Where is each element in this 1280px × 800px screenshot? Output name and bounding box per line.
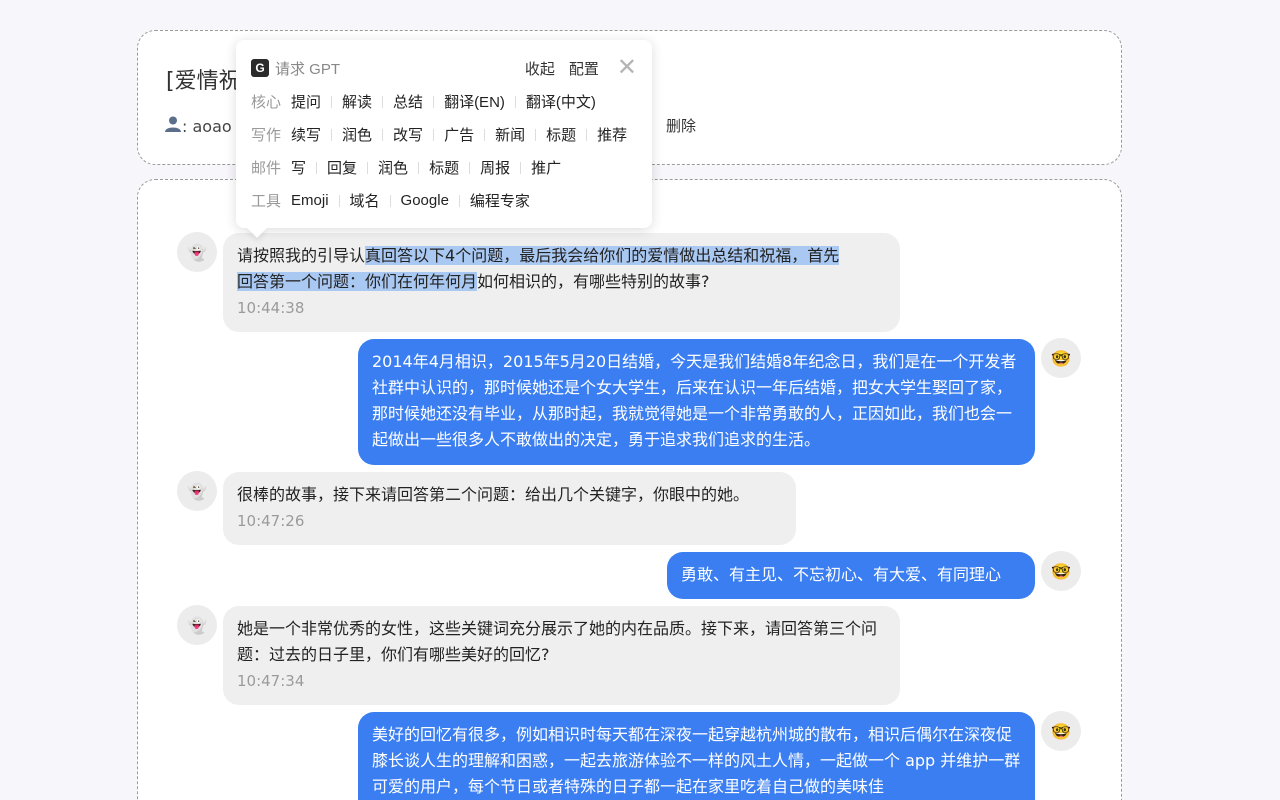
menu-item-summarize[interactable]: 总结: [393, 91, 423, 112]
message-time: 10:44:38: [237, 299, 305, 317]
menu-item-domain[interactable]: 域名: [350, 190, 380, 211]
user-avatar: 🤓: [1041, 711, 1081, 751]
menu-item-promote[interactable]: 推广: [531, 157, 561, 178]
menu-item-ad[interactable]: 广告: [444, 124, 474, 145]
menu-item-rewrite[interactable]: 改写: [393, 124, 423, 145]
message-text: 很棒的故事，接下来请回答第二个问题：给出几个关键字，你眼中的她。: [237, 485, 750, 504]
menu-item-translate-en[interactable]: 翻译(EN): [444, 91, 505, 112]
message-time: 10:47:26: [237, 512, 305, 530]
selected-text: 回答第一个问题：你们在何年何月: [237, 272, 478, 291]
menu-item-emoji[interactable]: Emoji: [291, 192, 329, 209]
bot-avatar: 👻: [177, 471, 217, 511]
menu-item-weekly-report[interactable]: 周报: [480, 157, 510, 178]
user-message[interactable]: 美好的回忆有很多，例如相识时每天都在深夜一起穿越杭州城的散布，相识后偶尔在深夜促…: [358, 712, 1035, 800]
user-message[interactable]: 勇敢、有主见、不忘初心、有大爱、有同理心: [667, 552, 1035, 599]
bot-message[interactable]: 请按照我的引导认真回答以下4个问题，最后我会给你们的爱情做出总结和祝福，首先 回…: [223, 233, 900, 332]
message-text: 如何相识的，有哪些特别的故事?: [477, 272, 710, 291]
delete-button[interactable]: 删除: [666, 115, 696, 136]
menu-category-label: 邮件: [251, 160, 282, 177]
user-avatar: 🤓: [1041, 338, 1081, 378]
menu-item-reply[interactable]: 回复: [327, 157, 357, 178]
message-text: 请按照我的引导认: [237, 246, 366, 265]
close-icon[interactable]: ✕: [617, 56, 637, 80]
menu-category-label: 写作: [251, 127, 282, 144]
gpt-logo-icon: G: [251, 59, 269, 77]
bot-message[interactable]: 她是一个非常优秀的女性，这些关键词充分展示了她的内在品质。接下来，请回答第三个问…: [223, 606, 900, 705]
menu-item-google[interactable]: Google: [401, 192, 449, 209]
message-text: 2014年4月相识，2015年5月20日结婚，今天是我们结婚8年纪念日，我们是在…: [372, 352, 1017, 449]
menu-item-translate-zh[interactable]: 翻译(中文): [526, 91, 596, 112]
user-icon: [164, 115, 182, 137]
menu-item-news[interactable]: 新闻: [495, 124, 525, 145]
menu-item-explain[interactable]: 解读: [342, 91, 372, 112]
menu-item-coding-expert[interactable]: 编程专家: [470, 190, 530, 211]
collapse-button[interactable]: 收起: [525, 58, 555, 79]
popup-title: 请求 GPT: [275, 60, 341, 78]
menu-item-email-polish[interactable]: 润色: [378, 157, 408, 178]
gpt-request-popup: G 请求 GPT 收起 配置 ✕ 核心 提问 解读 总结 翻译(EN) 翻译(中…: [236, 40, 652, 228]
user-avatar: 🤓: [1041, 551, 1081, 591]
message-text: 美好的回忆有很多，例如相识时每天都在深夜一起穿越杭州城的散布，相识后偶尔在深夜促…: [372, 725, 1021, 796]
conversation-meta: : aoao: [164, 115, 232, 137]
menu-item-write[interactable]: 写: [291, 157, 306, 178]
menu-item-ask[interactable]: 提问: [291, 91, 321, 112]
menu-category-label: 核心: [251, 94, 282, 111]
menu-item-polish[interactable]: 润色: [342, 124, 372, 145]
menu-row-tools: 工具 Emoji 域名 Google 编程专家: [251, 190, 530, 211]
conversation-title: [爱情祝: [166, 69, 241, 94]
menu-item-continue[interactable]: 续写: [291, 124, 321, 145]
bot-avatar: 👻: [177, 232, 217, 272]
menu-item-recommend[interactable]: 推荐: [597, 124, 627, 145]
author-name: : aoao: [182, 116, 232, 136]
user-message[interactable]: 2014年4月相识，2015年5月20日结婚，今天是我们结婚8年纪念日，我们是在…: [358, 339, 1035, 465]
menu-row-core: 核心 提问 解读 总结 翻译(EN) 翻译(中文): [251, 91, 596, 112]
config-button[interactable]: 配置: [569, 58, 599, 79]
message-text: 勇敢、有主见、不忘初心、有大爱、有同理心: [681, 565, 1002, 584]
selected-text: 真回答以下4个问题，最后我会给你们的爱情做出总结和祝福，首先: [365, 246, 840, 265]
bot-message[interactable]: 很棒的故事，接下来请回答第二个问题：给出几个关键字，你眼中的她。 10:47:2…: [223, 472, 796, 545]
menu-item-email-subject[interactable]: 标题: [429, 157, 459, 178]
message-text: 她是一个非常优秀的女性，这些关键词充分展示了她的内在品质。接下来，请回答第三个问…: [237, 619, 878, 664]
menu-category-label: 工具: [251, 193, 282, 210]
popup-header: G 请求 GPT 收起 配置 ✕: [251, 56, 637, 80]
menu-row-email: 邮件 写 回复 润色 标题 周报 推广: [251, 157, 561, 178]
menu-item-headline[interactable]: 标题: [546, 124, 576, 145]
bot-avatar: 👻: [177, 605, 217, 645]
message-time: 10:47:34: [237, 672, 305, 690]
menu-row-writing: 写作 续写 润色 改写 广告 新闻 标题 推荐: [251, 124, 627, 145]
